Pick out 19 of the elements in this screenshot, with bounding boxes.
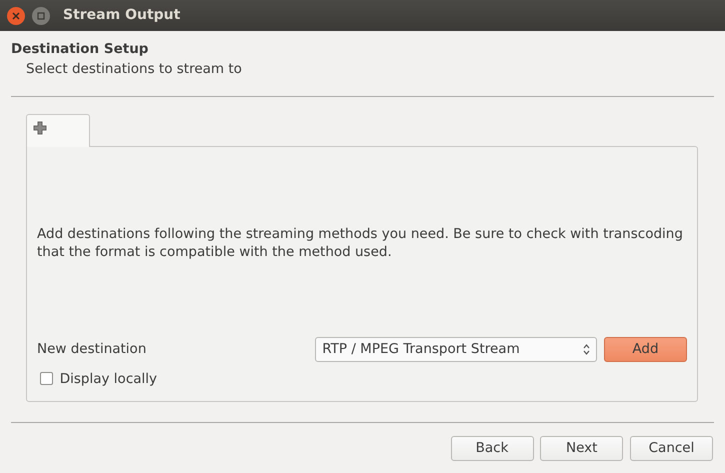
maximize-button[interactable]	[32, 6, 50, 24]
display-locally-checkbox[interactable]	[40, 372, 53, 386]
close-button[interactable]	[6, 6, 25, 24]
page-title: Destination Setup	[11, 40, 148, 59]
window-title: Stream Output	[63, 6, 180, 25]
close-icon	[12, 12, 20, 20]
add-button[interactable]: Add	[604, 336, 687, 362]
wizard-button[interactable]: Next	[540, 436, 624, 461]
display-locally-label: Display locally	[60, 370, 157, 389]
description-text: Add destinations following the streaming methods you need. Be sure to check with transcoding that the format is compatible with the method used.	[37, 225, 684, 261]
wizard-button[interactable]: Back	[450, 436, 534, 461]
method-dropdown[interactable]: RTP / MPEG Transport Stream	[315, 336, 598, 362]
page-subtitle: Select destinations to stream to	[26, 60, 242, 80]
spinner-arrows-icon	[583, 344, 590, 355]
new-destination-label: New destination	[37, 340, 146, 360]
plus-icon	[33, 121, 47, 135]
maximize-icon	[36, 12, 44, 20]
tab[interactable]	[26, 114, 90, 147]
wizard-button[interactable]: Cancel	[630, 436, 713, 461]
